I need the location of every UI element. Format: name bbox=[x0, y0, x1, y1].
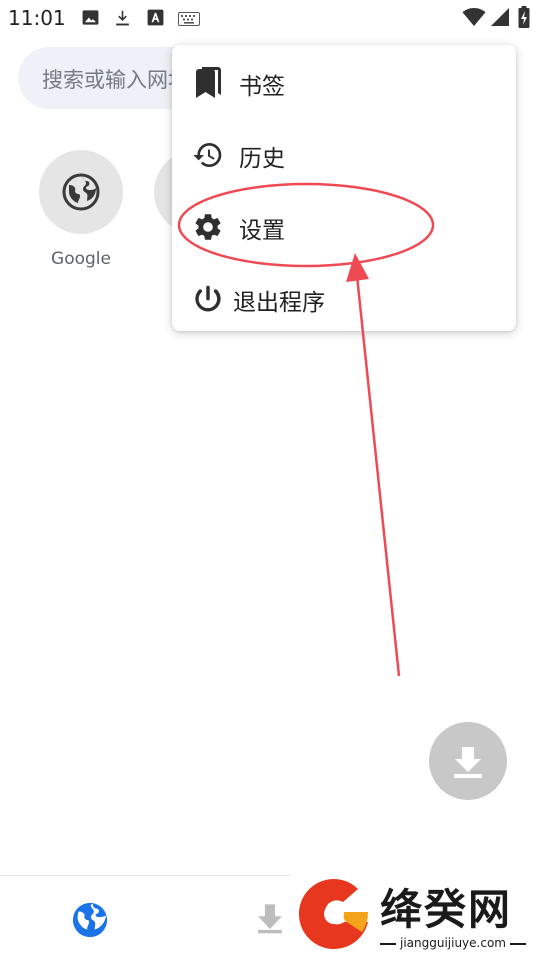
download-icon bbox=[454, 747, 482, 778]
signal-icon bbox=[490, 7, 510, 31]
overflow-menu: 书签 历史 设置 退出程序 bbox=[172, 45, 516, 331]
download-icon[interactable] bbox=[253, 901, 287, 939]
image-icon bbox=[81, 8, 100, 31]
search-input-placeholder: 搜索或输入网址 bbox=[42, 68, 189, 92]
menu-item-label: 书签 bbox=[239, 74, 285, 100]
watermark-url-text: jiangguijiuye.com bbox=[399, 936, 506, 950]
download-fab[interactable] bbox=[429, 722, 507, 800]
bookmarks-icon bbox=[192, 65, 224, 103]
watermark: 绛癸网 jiangguijiuye.com bbox=[290, 868, 540, 960]
watermark-title: 绛癸网 bbox=[380, 885, 513, 934]
power-icon bbox=[192, 283, 224, 319]
battery-charging-icon bbox=[518, 6, 530, 32]
globe-icon bbox=[61, 172, 101, 216]
status-time: 11:01 bbox=[8, 6, 66, 30]
status-bar: 11:01 bbox=[0, 0, 540, 38]
menu-item-exit[interactable]: 退出程序 bbox=[172, 263, 516, 333]
shortcut-google[interactable] bbox=[39, 150, 123, 234]
pointer-arrow-shaft bbox=[355, 275, 401, 677]
watermark-logo bbox=[294, 874, 374, 958]
download-icon bbox=[113, 8, 132, 32]
shortcut-google-label: Google bbox=[51, 249, 111, 269]
wifi-icon bbox=[462, 7, 486, 31]
menu-item-settings[interactable]: 设置 bbox=[172, 191, 516, 261]
font-icon bbox=[146, 8, 165, 31]
menu-item-label: 退出程序 bbox=[233, 290, 325, 316]
watermark-url: jiangguijiuye.com bbox=[380, 936, 526, 950]
menu-item-bookmarks[interactable]: 书签 bbox=[172, 47, 516, 117]
globe-icon[interactable] bbox=[71, 901, 109, 943]
keyboard-icon bbox=[178, 11, 200, 30]
history-icon bbox=[192, 139, 224, 175]
menu-item-label: 历史 bbox=[239, 146, 285, 172]
settings-gear-icon bbox=[192, 211, 224, 247]
menu-item-label: 设置 bbox=[239, 218, 285, 244]
menu-item-history[interactable]: 历史 bbox=[172, 119, 516, 189]
